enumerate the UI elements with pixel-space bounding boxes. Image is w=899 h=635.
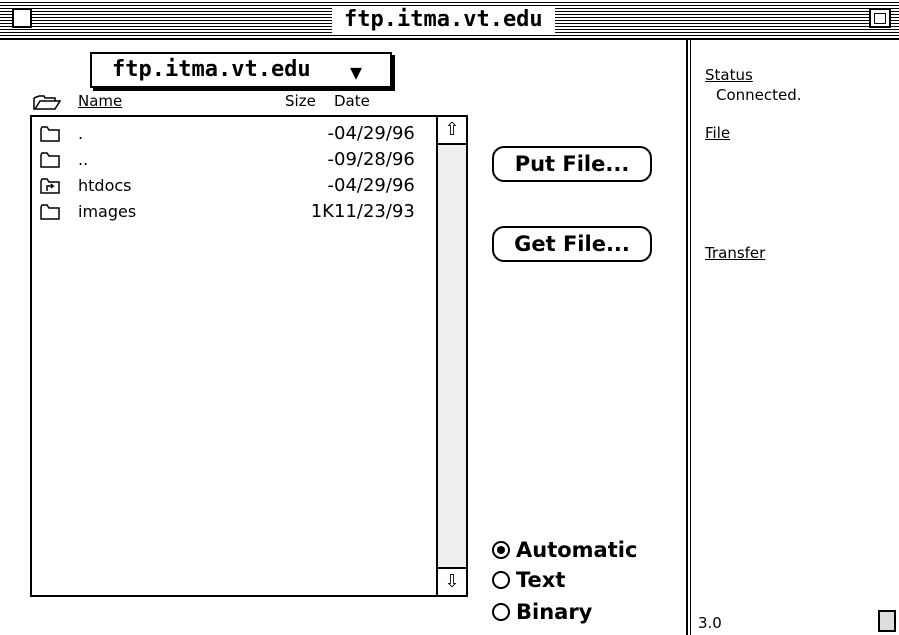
file-row[interactable]: .. - 09/28/96 [32,149,432,171]
grow-box-icon[interactable] [878,610,896,632]
scroll-down-arrow-icon[interactable]: ⇩ [436,567,466,595]
file-label: File [705,124,731,142]
file-name: .. [78,150,89,169]
panel-divider [686,40,688,635]
folder-icon [40,204,60,220]
host-popup-label: ftp.itma.vt.edu [112,57,311,82]
radio-label-automatic: Automatic [516,538,638,562]
file-size: 1K [310,201,334,222]
column-header-size[interactable]: Size [285,92,316,110]
file-date: 04/29/96 [334,123,415,144]
file-name: images [78,202,137,221]
host-popup-menu[interactable]: ftp.itma.vt.edu ▼ [90,52,392,88]
window-title: ftp.itma.vt.edu [332,6,555,34]
file-row[interactable]: images 1K 11/23/93 [32,201,432,223]
file-name: htdocs [78,176,132,195]
close-box-icon[interactable] [12,8,32,28]
chevron-down-icon: ▼ [350,60,363,84]
radio-selected-icon[interactable] [492,541,510,559]
file-list[interactable]: . - 04/29/96 .. - 09/28/96 htdocs - 04/2… [30,115,468,597]
radio-unselected-icon[interactable] [492,571,510,589]
file-row[interactable]: htdocs - 04/29/96 [32,175,432,197]
scroll-up-arrow-icon[interactable]: ⇧ [436,117,466,145]
file-date: 09/28/96 [334,149,415,170]
vertical-scrollbar[interactable] [436,117,466,595]
transfer-label: Transfer [705,244,766,262]
folder-icon [40,126,60,142]
file-date: 04/29/96 [334,175,415,196]
file-date: 11/23/93 [334,201,415,222]
get-file-button[interactable]: Get File... [492,226,652,262]
put-file-button[interactable]: Put File... [492,146,652,182]
status-label: Status [705,66,753,84]
zoom-box-icon[interactable] [869,8,891,28]
status-value: Connected. [716,86,802,104]
file-row[interactable]: . - 04/29/96 [32,123,432,145]
window-title-bar[interactable]: ftp.itma.vt.edu [0,0,899,40]
alias-folder-icon [40,178,60,194]
column-header-name[interactable]: Name [78,92,122,110]
radio-label-binary: Binary [516,600,593,624]
panel-divider-inner [690,40,691,635]
radio-unselected-icon[interactable] [492,603,510,621]
column-header-date[interactable]: Date [334,92,370,110]
radio-label-text: Text [516,568,566,592]
file-name: . [78,124,84,143]
folder-icon [40,152,60,168]
open-folder-icon [33,95,61,110]
version-text: 3.0 [698,614,722,632]
